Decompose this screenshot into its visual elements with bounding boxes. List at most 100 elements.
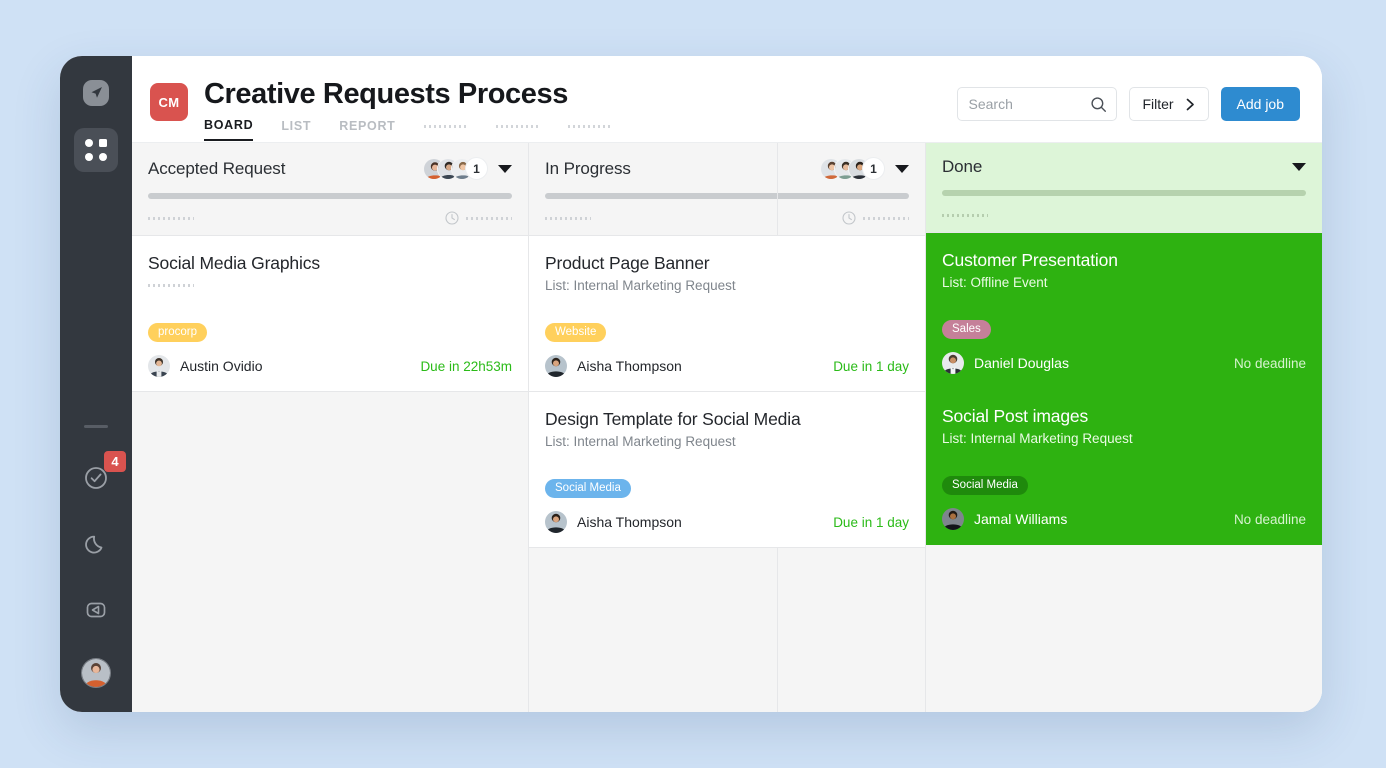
tab-report[interactable]: REPORT [339,119,395,140]
sidebar-item-apps[interactable] [74,128,118,172]
filter-button[interactable]: Filter [1128,87,1209,121]
column-deadline-placeholder [863,216,909,220]
search-box[interactable] [956,87,1117,121]
sidebar-divider [84,425,108,428]
project-logo-badge: CM [150,83,188,121]
logo-arrow-icon[interactable] [79,76,113,110]
avatar [148,355,170,377]
sidebar-item-collapse[interactable] [78,592,114,628]
avatar [942,352,964,374]
card-tag[interactable]: Website [545,323,607,342]
tab-list[interactable]: LIST [281,119,311,140]
member-avatar-stack[interactable]: 1 [423,157,488,180]
tab-placeholder-1[interactable] [423,124,468,135]
notification-badge: 4 [104,451,126,472]
column-progress-bar [545,193,909,199]
column-meta-placeholder [545,216,591,220]
card-assignee: Aisha Thompson [577,358,682,374]
column-title: Done [942,157,983,176]
card-tag[interactable]: Social Media [545,479,631,498]
column-cards: Product Page Banner List: Internal Marke… [529,236,925,712]
card-subtitle: List: Offline Event [942,275,1048,290]
sidebar: 4 [60,56,132,712]
column-header: Done [926,143,1322,233]
member-count: 1 [465,157,488,180]
card-title: Social Media Graphics [148,253,320,273]
clock-icon [445,211,459,225]
column-cards: Customer Presentation List: Offline Even… [926,233,1322,712]
clock-icon [842,211,856,225]
moon-icon [85,535,103,554]
task-card[interactable]: Customer Presentation List: Offline Even… [926,233,1322,389]
column-meta [942,208,1306,222]
column-meta [148,211,512,225]
search-input[interactable] [968,96,1090,112]
card-assignee: Aisha Thompson [577,514,682,530]
column-title: Accepted Request [148,158,286,178]
task-card[interactable]: Design Template for Social Media List: I… [529,392,925,548]
task-card[interactable]: Product Page Banner List: Internal Marke… [529,236,925,392]
member-avatar-stack[interactable]: 1 [820,157,885,180]
page-title: Creative Requests Process [204,78,568,110]
collapse-panel-icon [86,602,106,618]
tab-placeholder-2[interactable] [495,124,540,135]
column-deadline-placeholder [466,216,512,220]
card-subtitle: List: Internal Marketing Request [545,434,736,449]
card-title: Product Page Banner [545,253,710,273]
column-header: In Progress 1 [529,143,925,236]
avatar [545,355,567,377]
chevron-down-icon[interactable] [895,164,909,173]
card-subtitle: List: Internal Marketing Request [942,431,1133,446]
board-column-done: Done Customer Presentation List: Offline… [926,143,1322,712]
card-due: No deadline [1233,511,1306,527]
task-card[interactable]: Social Post images List: Internal Market… [926,389,1322,545]
card-tag[interactable]: procorp [148,323,207,342]
card-tag[interactable]: Sales [942,320,991,339]
avatar [545,511,567,533]
add-job-button[interactable]: Add job [1220,87,1300,121]
app-header: CM Creative Requests Process BOARD LIST … [132,56,1322,143]
sidebar-item-dark-mode[interactable] [78,526,114,562]
apps-grid-icon [85,139,107,161]
board-column-in-progress: In Progress 1 Product Page Banner List: … [529,143,926,712]
title-block: Creative Requests Process BOARD LIST REP… [204,70,612,141]
search-icon [1090,96,1107,113]
member-count: 1 [862,157,885,180]
kanban-board: Accepted Request 1 Social Media Graphics… [132,143,1322,712]
chevron-down-icon[interactable] [498,164,512,173]
sidebar-item-tasks[interactable]: 4 [78,451,126,496]
main-area: CM Creative Requests Process BOARD LIST … [132,56,1322,712]
tab-board[interactable]: BOARD [204,118,254,141]
card-due: Due in 1 day [833,514,909,530]
column-progress-bar [942,190,1306,196]
card-footer: Austin Ovidio Due in 22h53m [148,355,512,377]
tab-placeholder-3[interactable] [567,124,612,135]
card-assignee: Daniel Douglas [974,355,1069,371]
card-footer: Aisha Thompson Due in 1 day [545,355,909,377]
card-title: Customer Presentation [942,250,1118,270]
card-title: Design Template for Social Media [545,409,801,429]
chevron-right-icon [1186,98,1195,111]
column-header: Accepted Request 1 [132,143,528,236]
app-window: 4 CM Creative Requests Process BOARD LIS… [60,56,1322,712]
avatar[interactable] [81,658,111,688]
card-title: Social Post images [942,406,1089,426]
chevron-down-icon[interactable] [1292,163,1306,171]
card-assignee: Austin Ovidio [180,358,263,374]
card-footer: Aisha Thompson Due in 1 day [545,511,909,533]
task-card[interactable]: Social Media Graphics procorp Austin Ovi… [132,236,528,392]
card-subtitle-placeholder [148,284,194,287]
card-tag[interactable]: Social Media [942,476,1028,495]
board-column-accepted-request: Accepted Request 1 Social Media Graphics… [132,143,529,712]
column-progress-bar [148,193,512,199]
card-subtitle: List: Internal Marketing Request [545,278,736,293]
column-meta [545,211,909,225]
card-due: No deadline [1233,355,1306,371]
column-title: In Progress [545,158,631,178]
column-cards: Social Media Graphics procorp Austin Ovi… [132,236,528,712]
card-footer: Jamal Williams No deadline [942,508,1306,530]
card-assignee: Jamal Williams [974,511,1068,527]
column-meta-placeholder [942,213,988,217]
column-meta-placeholder [148,216,194,220]
card-footer: Daniel Douglas No deadline [942,352,1306,374]
